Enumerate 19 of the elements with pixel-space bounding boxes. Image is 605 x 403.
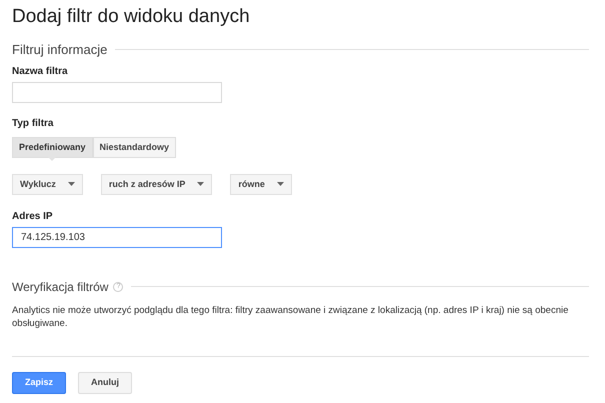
- ip-address-field[interactable]: 74.125.19.103: [12, 226, 222, 248]
- caret-icon: [197, 182, 204, 186]
- dropdown-button[interactable]: ruch z adresów IP: [100, 174, 212, 195]
- filter-type-tab[interactable]: Niestandardowy: [92, 136, 176, 158]
- cancel-button[interactable]: Anuluj: [78, 372, 132, 394]
- field-label: Adres IP: [12, 210, 54, 224]
- section-heading: Filtruj informacje: [12, 41, 108, 59]
- field-label: Typ filtra: [12, 116, 54, 130]
- verification-message: Analytics nie może utworzyć podglądu dla tego filtra: filtry zaawansowane i związane z lokalizacją (np. adres IP i kraj) nie są obecnie obsługiwane.: [12, 304, 570, 330]
- filter-type-tab[interactable]: Predefiniowany: [12, 136, 93, 158]
- section-heading: Weryfikacja filtrów: [12, 278, 108, 296]
- dropdown-button[interactable]: Wyklucz: [12, 174, 83, 195]
- field-label: Nazwa filtra: [12, 64, 69, 78]
- page-title: Dodaj filtr do widoku danych: [12, 5, 251, 29]
- pointer-icon: [46, 154, 58, 160]
- dropdown-button[interactable]: równe: [230, 174, 292, 195]
- filter-name-field[interactable]: [12, 82, 222, 102]
- caret-icon: [68, 182, 75, 186]
- caret-icon: [276, 182, 284, 186]
